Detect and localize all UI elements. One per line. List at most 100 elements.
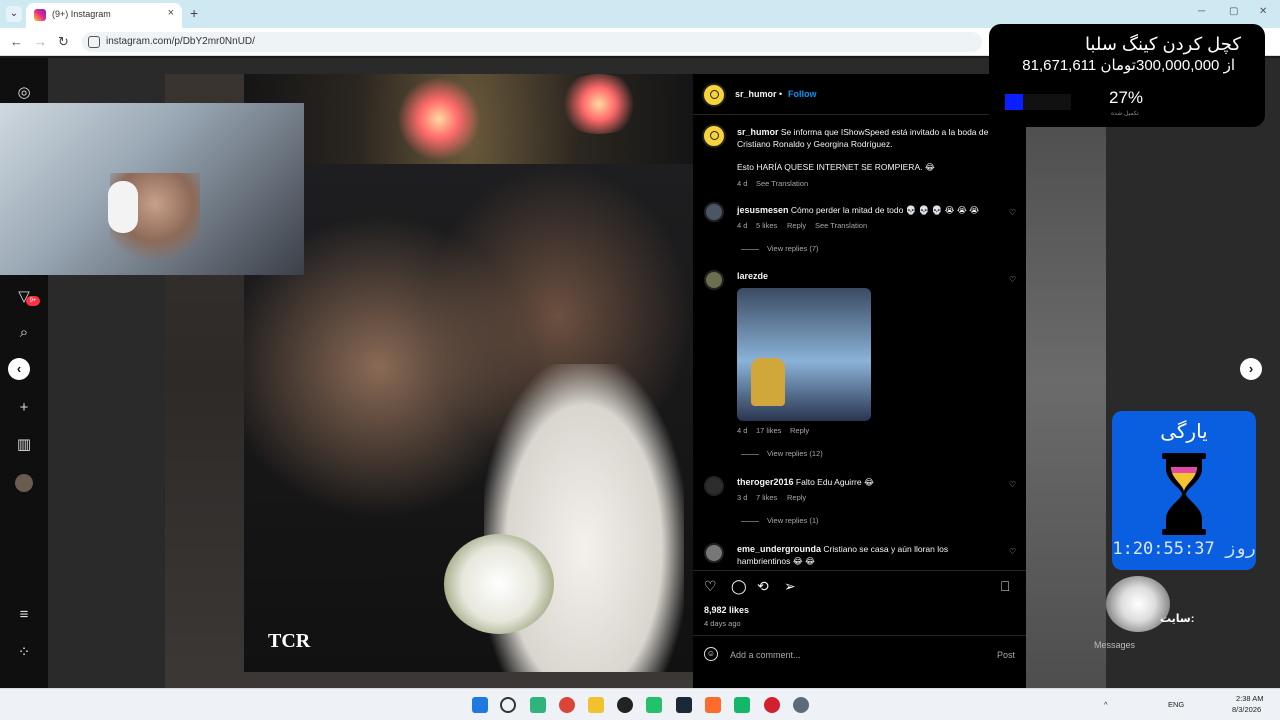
steam-icon[interactable] <box>676 697 692 713</box>
countdown-title: یارگی <box>1160 421 1208 443</box>
create-icon[interactable]: + <box>15 399 33 417</box>
comment-2-likes[interactable]: 17 likes <box>756 426 781 435</box>
app-icon[interactable] <box>764 697 780 713</box>
obs-icon[interactable] <box>617 697 633 713</box>
follow-button[interactable]: Follow <box>788 89 817 99</box>
next-post-chevron-right-icon[interactable]: › <box>1240 358 1262 380</box>
app-icon[interactable] <box>734 697 750 713</box>
countdown-value: 1:20:55:37 روز <box>1112 539 1256 559</box>
caption-author-avatar[interactable] <box>702 124 726 148</box>
comment-1-reply[interactable]: Reply <box>787 221 806 230</box>
start-icon[interactable] <box>472 697 488 713</box>
author-avatar[interactable] <box>702 83 726 107</box>
comment-2-reply[interactable]: Reply <box>790 426 809 435</box>
app-icon[interactable] <box>705 697 721 713</box>
close-window-button[interactable]: ✕ <box>1259 6 1267 17</box>
caption-text-1: Se informa que IShowSpeed está invitado … <box>780 127 989 137</box>
post-comment-button[interactable]: Post <box>997 650 1015 660</box>
messages-button[interactable]: Messages <box>1094 640 1135 650</box>
comment-2-image[interactable] <box>737 288 871 421</box>
minimize-button[interactable]: ─ <box>1198 6 1205 17</box>
caption-line-3: Esto HARÍA QUESE INTERNET SE ROMPIERA. 😂 <box>737 162 935 172</box>
tab-instagram[interactable]: (9+) Instagram × <box>26 3 182 28</box>
post-image[interactable]: TCR <box>244 74 693 672</box>
url-input[interactable]: instagram.com/p/DbY2mr0NnUD/ <box>82 32 982 52</box>
tab-search-button[interactable]: ⌄ <box>6 6 22 22</box>
likes-count[interactable]: 8,982 likes <box>704 605 749 615</box>
chrome-icon[interactable] <box>559 697 575 713</box>
comment-avatar[interactable] <box>704 476 724 496</box>
donation-progress-fill <box>1005 94 1023 110</box>
donation-progress-track <box>1005 94 1071 110</box>
comment-2-username[interactable]: larezde <box>737 271 768 281</box>
reload-button[interactable]: ↻ <box>58 34 69 50</box>
comment-1-translate[interactable]: See Translation <box>815 221 867 230</box>
more-menu-icon[interactable]: ≡ <box>15 606 33 624</box>
comment-avatar[interactable] <box>704 202 724 222</box>
comment-1-line: jesusmesen Cómo perder la mitad de todo … <box>737 204 979 216</box>
comment-3-like-icon[interactable]: ♡ <box>1009 480 1016 489</box>
comment-3-view-replies[interactable]: View replies (1) <box>741 516 819 525</box>
seal-text: سایت: <box>1160 613 1195 625</box>
comment-3-username[interactable]: theroger2016 <box>737 477 794 487</box>
language-indicator[interactable]: ENG <box>1168 700 1184 709</box>
comment-box-divider <box>693 635 1026 636</box>
comment-1-likes[interactable]: 5 likes <box>756 221 777 230</box>
search-icon[interactable]: ⌕ <box>15 324 33 342</box>
comment-2-like-icon[interactable]: ♡ <box>1009 275 1016 284</box>
post-age: 4 days ago <box>704 619 741 628</box>
url-text: instagram.com/p/DbY2mr0NnUD/ <box>106 36 255 47</box>
comment-1-text: Cómo perder la mitad de todo 💀 💀 💀 😭 😭 😭 <box>790 205 980 215</box>
donation-goal-overlay: کچل کردن کینگ سلبا 81,671,611 از 300,000… <box>989 24 1265 127</box>
dashboard-icon[interactable]: ▥ <box>15 436 33 454</box>
clock-date[interactable]: 8/3/2026 <box>1232 705 1261 714</box>
comment-avatar[interactable] <box>704 270 724 290</box>
caption-username[interactable]: sr_humor <box>737 127 779 137</box>
comment-3-likes[interactable]: 7 likes <box>756 493 777 502</box>
maximize-button[interactable]: ▢ <box>1229 6 1238 17</box>
comment-1-username[interactable]: jesusmesen <box>737 205 789 215</box>
file-explorer-icon[interactable] <box>588 697 604 713</box>
windows-taskbar: ^ ENG 2:38 AM 8/3/2026 <box>0 688 1280 720</box>
settings-gear-icon[interactable] <box>793 697 809 713</box>
donation-title: کچل کردن کینگ سلبا <box>1084 34 1241 54</box>
like-icon[interactable]: ♡ <box>704 578 717 595</box>
comment-2-view-replies[interactable]: View replies (12) <box>741 449 823 458</box>
forward-button[interactable]: → <box>34 34 47 49</box>
search-icon[interactable] <box>500 697 516 713</box>
app-icon[interactable] <box>646 697 662 713</box>
webcam-overlay <box>0 103 304 275</box>
clock-time[interactable]: 2:38 AM <box>1236 694 1264 703</box>
emoji-icon[interactable]: ☺ <box>704 647 718 661</box>
comment-4-like-icon[interactable]: ♡ <box>1009 547 1016 556</box>
firework-decoration <box>394 74 484 164</box>
site-info-icon[interactable] <box>88 36 100 48</box>
bouquet <box>444 534 554 634</box>
prev-post-chevron-left-icon[interactable]: ‹ <box>8 358 30 380</box>
comment-3-line: theroger2016 Falto Edu Aguirre 😂 <box>737 476 874 488</box>
caption-line-1: sr_humor Se informa que IShowSpeed está … <box>737 126 988 138</box>
comment-4-username[interactable]: eme_undergrounda <box>737 544 821 554</box>
comment-avatar[interactable] <box>704 543 724 563</box>
save-icon[interactable]: ⎕ <box>1001 578 1009 595</box>
instagram-logo-icon[interactable]: ◎ <box>15 84 33 102</box>
profile-avatar-icon[interactable] <box>15 474 33 492</box>
add-comment-input[interactable]: Add a comment... <box>730 650 801 660</box>
share-icon[interactable]: ➢ <box>784 578 796 595</box>
author-username[interactable]: sr_humor <box>735 89 777 99</box>
tab-close-icon[interactable]: × <box>168 7 174 19</box>
tab-title: (9+) Instagram <box>52 9 111 19</box>
comment-1-like-icon[interactable]: ♡ <box>1009 208 1016 217</box>
caption-time: 4 d <box>737 179 748 188</box>
tray-up-arrow-icon[interactable]: ^ <box>1104 700 1108 709</box>
new-tab-button[interactable]: + <box>190 5 198 21</box>
comment-3-reply[interactable]: Reply <box>787 493 806 502</box>
repost-icon[interactable]: ⟲ <box>757 578 769 595</box>
caption-see-translation[interactable]: See Translation <box>756 179 808 188</box>
also-from-meta-icon[interactable]: ⁘ <box>15 644 33 662</box>
comment-1-view-replies[interactable]: View replies (7) <box>741 244 819 253</box>
app-icon[interactable] <box>530 697 546 713</box>
back-button[interactable]: ← <box>10 34 23 49</box>
caption-line-2: Cristiano Ronaldo y Georgina Rodríguez. <box>737 139 893 149</box>
comment-icon[interactable]: ◯ <box>731 578 747 595</box>
